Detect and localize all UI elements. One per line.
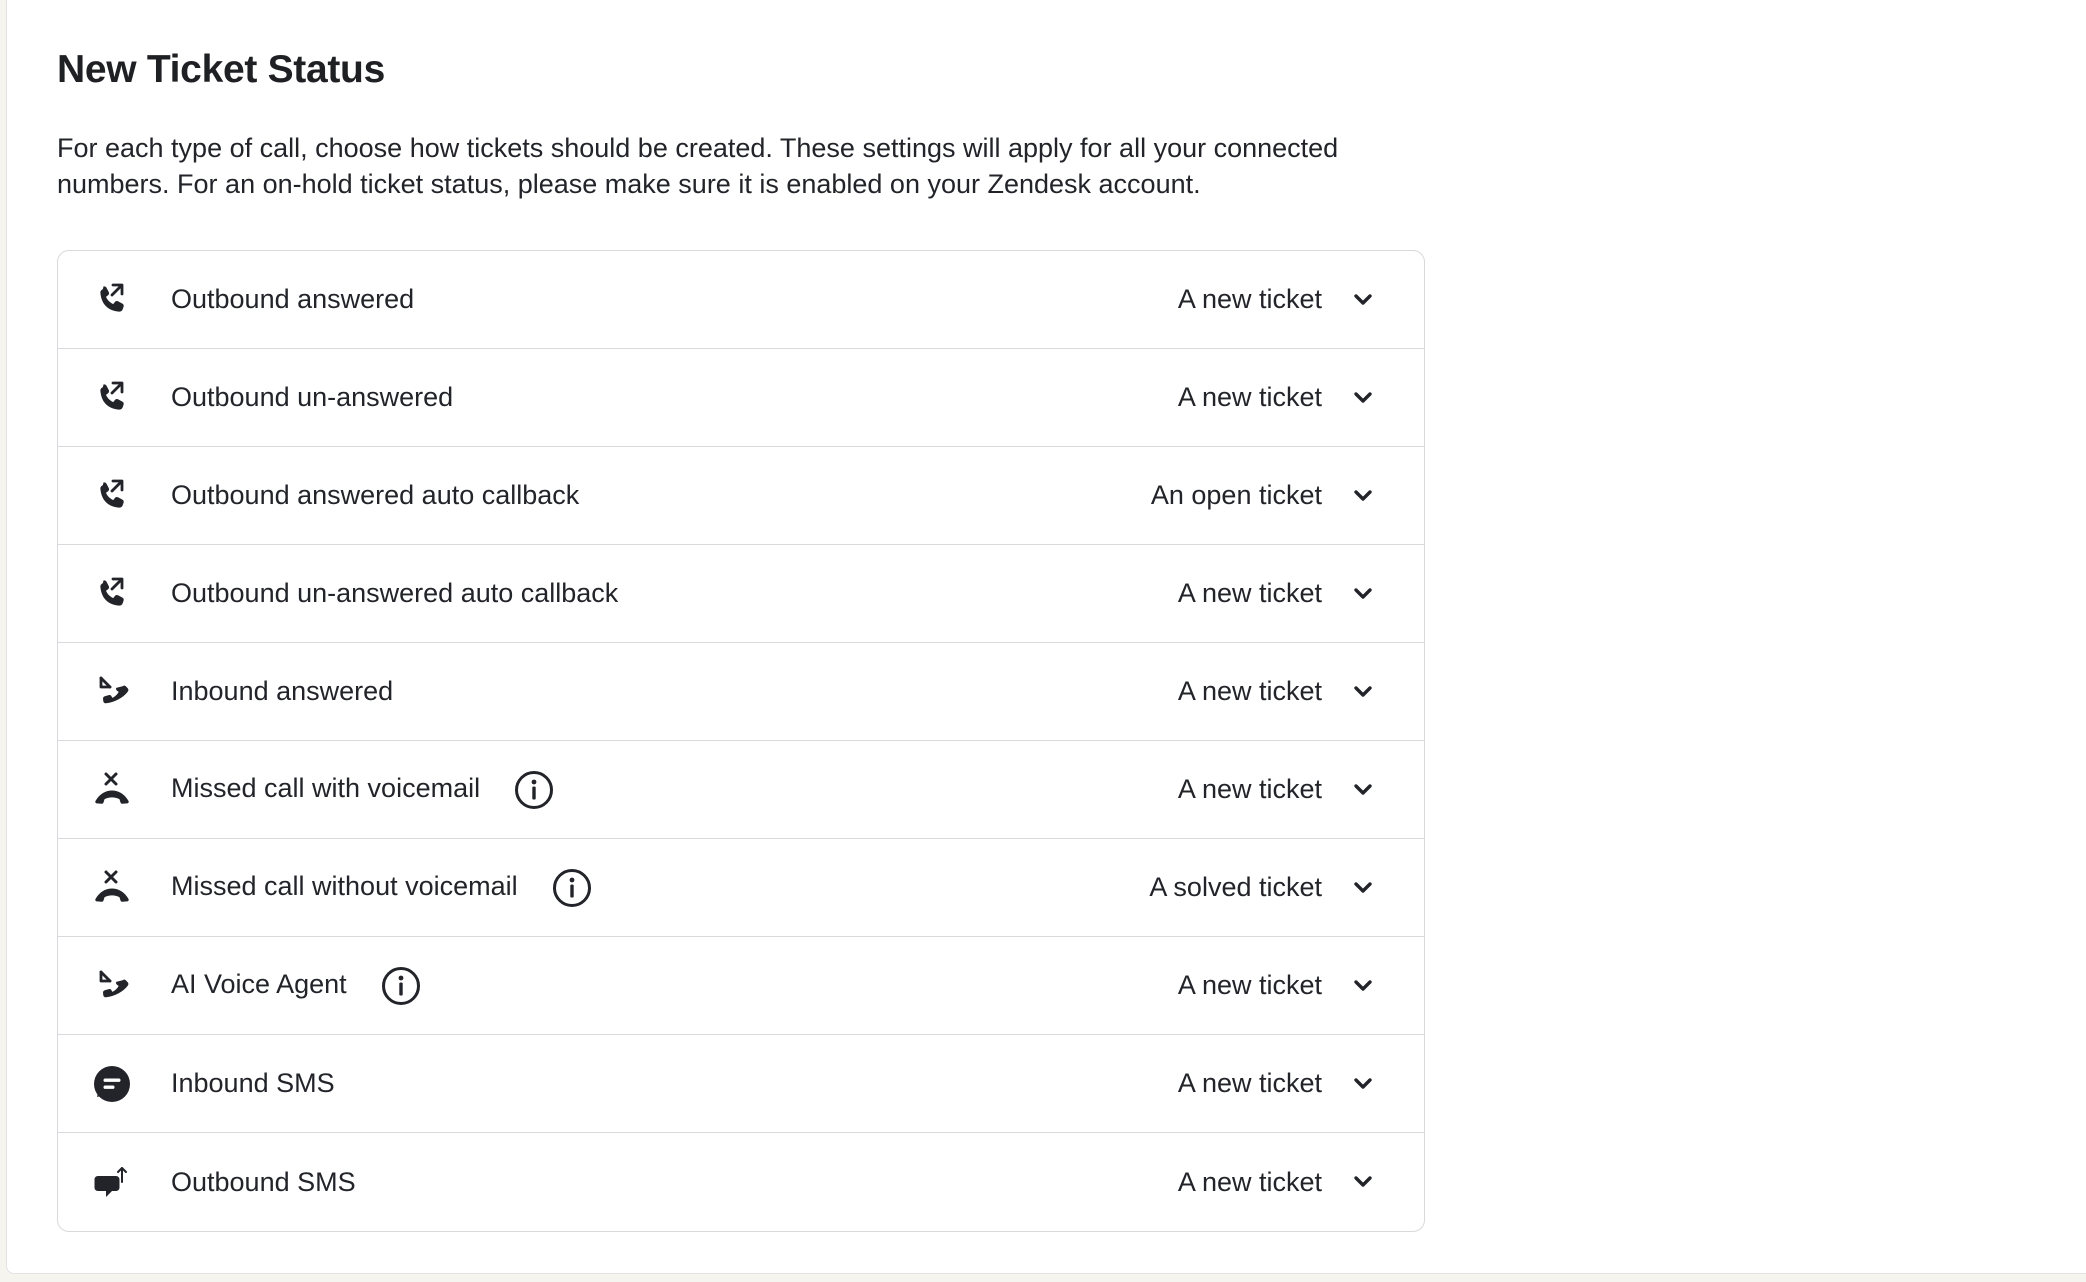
- ticket-status-dropdown[interactable]: A new ticket: [1178, 284, 1376, 315]
- row-label: Inbound SMS: [171, 1068, 335, 1099]
- row-label: Outbound SMS: [171, 1167, 356, 1198]
- inbound-call-icon: [92, 672, 132, 712]
- chevron-down-icon: [1350, 875, 1376, 901]
- chevron-down-icon: [1350, 287, 1376, 313]
- status-value: A new ticket: [1177, 1068, 1322, 1098]
- ticket-status-row-ai-voice-agent: AI Voice Agent A new ticket: [58, 937, 1424, 1035]
- row-label-text: Outbound SMS: [171, 1166, 356, 1197]
- status-value: A new ticket: [1177, 774, 1322, 804]
- ticket-status-row-inbound-answered: Inbound answered A new ticket: [58, 643, 1424, 741]
- ticket-status-row-outbound-sms: Outbound SMS A new ticket: [58, 1133, 1424, 1231]
- sms-icon: [92, 1064, 132, 1104]
- status-value: A new ticket: [1177, 970, 1322, 1000]
- ticket-status-dropdown[interactable]: A new ticket: [1178, 1167, 1376, 1198]
- status-value: A new ticket: [1177, 1166, 1322, 1197]
- row-label: Outbound answered auto callback: [171, 480, 579, 511]
- row-label-text: AI Voice Agent: [171, 968, 347, 999]
- row-label: Missed call with voicemail: [171, 770, 554, 810]
- ticket-status-row-outbound-un-answered-auto-callback: Outbound un-answered auto callback A new …: [58, 545, 1424, 643]
- row-label: Outbound un-answered auto callback: [171, 578, 618, 609]
- row-label-text: Inbound answered: [171, 676, 394, 706]
- ticket-status-dropdown[interactable]: A new ticket: [1178, 774, 1376, 805]
- chevron-down-icon: [1350, 973, 1376, 999]
- ticket-status-dropdown[interactable]: A new ticket: [1178, 382, 1376, 413]
- row-label: Inbound answered: [171, 676, 393, 707]
- row-label: Outbound un-answered: [171, 382, 453, 413]
- row-label-text: Outbound un-answered auto callback: [171, 578, 619, 608]
- outbound-call-icon: [92, 378, 132, 418]
- row-label-text: Outbound answered auto callback: [171, 480, 580, 510]
- status-value: A new ticket: [1177, 382, 1322, 412]
- row-label-text: Outbound answered: [171, 284, 415, 314]
- ticket-status-row-outbound-answered-auto-callback: Outbound answered auto callback An open t…: [58, 447, 1424, 545]
- info-icon[interactable]: [552, 868, 592, 908]
- row-label-text: Missed call with voicemail: [171, 772, 481, 803]
- status-value: A new ticket: [1177, 578, 1322, 608]
- status-value: A new ticket: [1177, 676, 1322, 706]
- section-title: New Ticket Status: [57, 48, 385, 91]
- chevron-down-icon: [1350, 1071, 1376, 1097]
- outbound-call-icon: [92, 574, 132, 614]
- ticket-status-dropdown[interactable]: A new ticket: [1178, 1068, 1376, 1099]
- ticket-status-row-outbound-answered: Outbound answered A new ticket: [58, 251, 1424, 349]
- ticket-status-row-missed-call-with-voicemail: Missed call with voicemail A new ticket: [58, 741, 1424, 839]
- outbound-call-icon: [92, 280, 132, 320]
- ticket-status-row-outbound-un-answered: Outbound un-answered A new ticket: [58, 349, 1424, 447]
- chevron-down-icon: [1350, 777, 1376, 803]
- row-label: Outbound answered: [171, 284, 414, 315]
- chevron-down-icon: [1350, 483, 1376, 509]
- inbound-call-icon: [92, 966, 132, 1006]
- row-label: AI Voice Agent: [171, 966, 421, 1006]
- ticket-status-dropdown[interactable]: A new ticket: [1178, 970, 1376, 1001]
- row-label: Missed call without voicemail: [171, 868, 592, 908]
- ticket-status-dropdown[interactable]: A solved ticket: [1149, 872, 1376, 903]
- chevron-down-icon: [1350, 581, 1376, 607]
- status-value: A solved ticket: [1149, 872, 1322, 902]
- ticket-status-row-missed-call-without-voicemail: Missed call without voicemail A solved ti…: [58, 839, 1424, 937]
- ticket-status-dropdown[interactable]: A new ticket: [1178, 676, 1376, 707]
- row-label-text: Missed call without voicemail: [171, 870, 518, 901]
- chevron-down-icon: [1350, 679, 1376, 705]
- status-value: A new ticket: [1177, 284, 1322, 314]
- ticket-status-list: Outbound answered A new ticket Outbound un…: [57, 250, 1425, 1232]
- missed-call-icon: [92, 868, 132, 908]
- settings-panel: New Ticket Status For each type of call,…: [6, 0, 2086, 1274]
- row-label-text: Outbound un-answered: [171, 382, 454, 412]
- info-icon[interactable]: [381, 966, 421, 1006]
- row-label-text: Inbound SMS: [171, 1068, 335, 1098]
- outbound-sms-icon: [92, 1162, 132, 1202]
- ticket-status-row-inbound-sms: Inbound SMS A new ticket: [58, 1035, 1424, 1133]
- chevron-down-icon: [1350, 385, 1376, 411]
- outbound-call-icon: [92, 476, 132, 516]
- ticket-status-dropdown[interactable]: A new ticket: [1178, 578, 1376, 609]
- info-icon[interactable]: [514, 770, 554, 810]
- chevron-down-icon: [1350, 1169, 1376, 1195]
- status-value: An open ticket: [1150, 480, 1322, 510]
- section-description: For each type of call, choose how ticket…: [57, 133, 1339, 199]
- missed-call-icon: [92, 770, 132, 810]
- ticket-status-dropdown[interactable]: An open ticket: [1151, 480, 1376, 511]
